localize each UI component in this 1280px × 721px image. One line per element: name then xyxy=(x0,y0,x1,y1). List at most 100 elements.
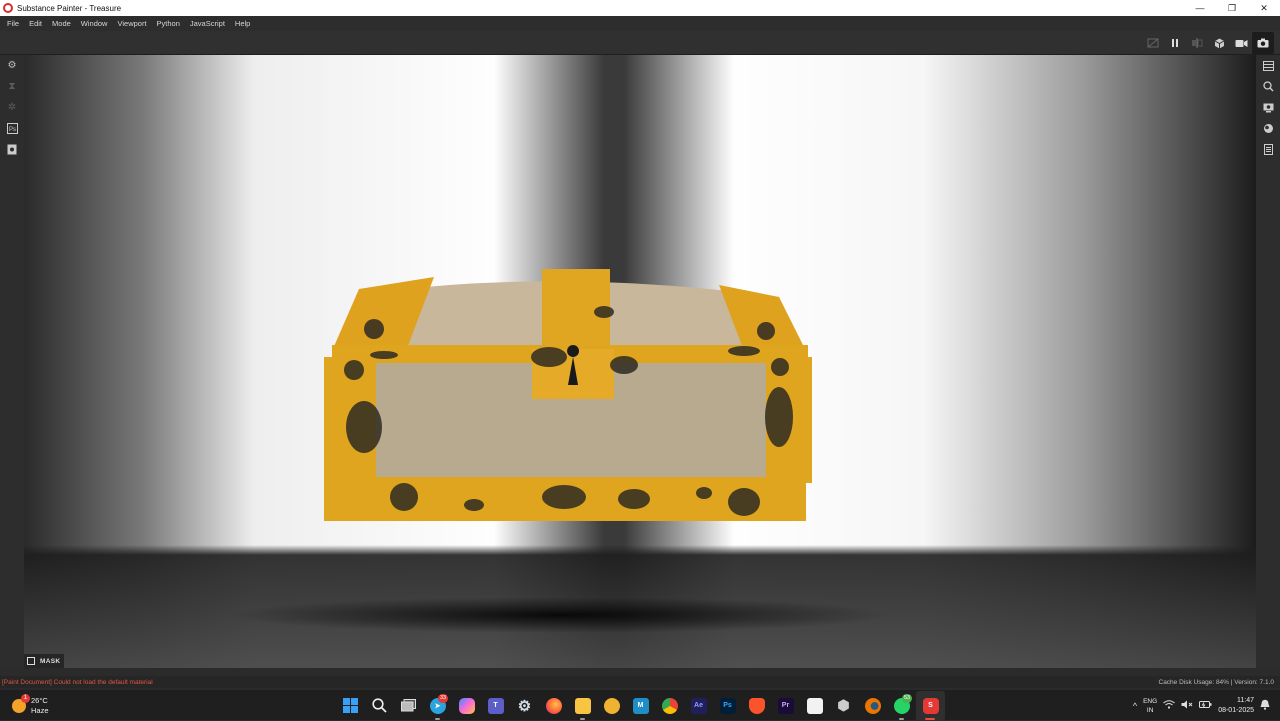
copilot-icon xyxy=(458,697,475,714)
premiere-app[interactable]: Pr xyxy=(771,691,800,721)
pause-icon[interactable] xyxy=(1164,32,1186,54)
status-bar: [Paint Document] Could not load the defa… xyxy=(0,676,1280,688)
weather-condition: Haze xyxy=(31,706,49,715)
zoom-icon[interactable] xyxy=(1256,76,1280,97)
windows-logo-icon xyxy=(343,698,358,713)
blender-icon xyxy=(864,697,881,714)
running-indicator xyxy=(899,717,904,720)
weather-widget[interactable]: 1 26°C Haze xyxy=(12,693,49,719)
substance-painter-icon: S xyxy=(922,697,939,714)
display-settings-icon[interactable] xyxy=(1256,97,1280,118)
yellow-app[interactable] xyxy=(597,691,626,721)
firefox-app[interactable] xyxy=(539,691,568,721)
telegram-app[interactable]: ➤ 33 xyxy=(423,691,452,721)
running-indicator xyxy=(580,717,585,720)
language-indicator[interactable]: ENG IN xyxy=(1143,697,1157,715)
settings-app[interactable]: ⚙ xyxy=(510,691,539,721)
battery-icon[interactable] xyxy=(1199,700,1212,711)
hide-icon[interactable] xyxy=(1142,32,1164,54)
photoshop-export-icon[interactable]: Ps xyxy=(0,118,24,139)
chrome-icon xyxy=(661,697,678,714)
task-view-icon xyxy=(401,699,416,712)
treasure-chest-model xyxy=(324,269,812,521)
notification-bell-icon[interactable] xyxy=(1260,699,1270,712)
clock-time: 11:47 xyxy=(1237,696,1254,704)
clock[interactable]: 11:47 08-01-2025 xyxy=(1218,696,1254,716)
blender-app[interactable] xyxy=(858,691,887,721)
settings-icon[interactable]: ⚙ xyxy=(0,55,24,76)
language-top: ENG xyxy=(1143,697,1158,705)
teams-app[interactable]: T xyxy=(481,691,510,721)
running-indicator xyxy=(435,717,440,720)
settings-gear-icon: ⚙ xyxy=(517,697,532,715)
left-sidebar: ⚙ ⧗ ✲ Ps xyxy=(0,55,24,668)
mask-label: MASK xyxy=(40,657,61,665)
menu-help[interactable]: Help xyxy=(230,16,255,31)
gear-icon[interactable]: ✲ xyxy=(0,97,24,118)
cube-app[interactable]: ⬢ xyxy=(829,691,858,721)
search-button[interactable] xyxy=(365,691,394,721)
environment-icon[interactable] xyxy=(1256,118,1280,139)
white-app[interactable] xyxy=(800,691,829,721)
search-icon xyxy=(372,698,387,713)
folder-icon xyxy=(574,697,591,714)
brave-app[interactable] xyxy=(742,691,771,721)
teams-icon: T xyxy=(487,697,504,714)
substance-painter-app[interactable]: S xyxy=(916,690,945,721)
m-app[interactable]: M xyxy=(626,691,655,721)
firefox-icon xyxy=(545,697,562,714)
file-explorer-app[interactable] xyxy=(568,691,597,721)
taskbar-apps: ➤ 33 T ⚙ M Ae Ps Pr ⬢ 53 S xyxy=(336,690,945,721)
camera-icon[interactable] xyxy=(1230,32,1252,54)
whatsapp-app[interactable]: 53 xyxy=(887,691,916,721)
weather-temperature: 26°C xyxy=(31,696,48,705)
cube-view-icon[interactable] xyxy=(1208,32,1230,54)
start-button[interactable] xyxy=(336,691,365,721)
premiere-icon: Pr xyxy=(777,697,794,714)
tray-chevron-icon[interactable]: ^ xyxy=(1133,701,1137,711)
task-view-button[interactable] xyxy=(394,691,423,721)
app-yellow-icon xyxy=(603,697,620,714)
weather-icon: 1 xyxy=(12,694,30,713)
close-button[interactable]: ✕ xyxy=(1248,0,1280,16)
wifi-icon[interactable] xyxy=(1163,700,1176,711)
menu-mode[interactable]: Mode xyxy=(47,16,76,31)
status-cache-version: Cache Disk Usage: 84% | Version: 7.1.0 xyxy=(1158,678,1275,686)
app-white-icon xyxy=(806,697,823,714)
chrome-app[interactable] xyxy=(655,691,684,721)
menu-javascript[interactable]: JavaScript xyxy=(185,16,230,31)
log-icon[interactable] xyxy=(1256,139,1280,160)
menu-edit[interactable]: Edit xyxy=(24,16,47,31)
app-m-icon: M xyxy=(632,697,649,714)
window-controls: — ❐ ✕ xyxy=(1184,0,1280,16)
title-bar: Substance Painter - Treasure — ❐ ✕ xyxy=(0,0,1280,16)
menu-python[interactable]: Python xyxy=(152,16,185,31)
viewport-toolbar xyxy=(0,31,1280,55)
app-cube-icon: ⬢ xyxy=(837,697,850,713)
split-view-icon[interactable] xyxy=(1186,32,1208,54)
copilot-app[interactable] xyxy=(452,691,481,721)
layers-icon[interactable] xyxy=(1256,55,1280,76)
menu-viewport[interactable]: Viewport xyxy=(112,16,151,31)
menu-window[interactable]: Window xyxy=(76,16,113,31)
status-error-message[interactable]: [Paint Document] Could not load the defa… xyxy=(0,679,153,686)
menu-file[interactable]: File xyxy=(2,16,24,31)
brave-icon xyxy=(748,697,765,714)
3d-viewport[interactable]: MASK xyxy=(24,55,1256,668)
svg-text:Ps: Ps xyxy=(9,127,16,133)
language-bottom: IN xyxy=(1146,706,1154,714)
system-tray: ^ ENG IN 11:47 08-01-2025 xyxy=(1133,690,1270,721)
screenshot-icon[interactable] xyxy=(1252,32,1274,54)
hourglass-icon[interactable]: ⧗ xyxy=(0,76,24,97)
after-effects-app[interactable]: Ae xyxy=(684,691,713,721)
volume-muted-icon[interactable] xyxy=(1181,700,1193,711)
right-sidebar xyxy=(1256,55,1280,668)
photoshop-app[interactable]: Ps xyxy=(713,691,742,721)
minimize-button[interactable]: — xyxy=(1184,0,1216,16)
maximize-button[interactable]: ❐ xyxy=(1216,0,1248,16)
mask-checkbox[interactable] xyxy=(27,657,35,665)
document-icon[interactable] xyxy=(0,139,24,160)
mask-toggle[interactable]: MASK xyxy=(24,654,65,668)
menu-bar: File Edit Mode Window Viewport Python Ja… xyxy=(0,16,1280,31)
photoshop-icon: Ps xyxy=(719,697,736,714)
